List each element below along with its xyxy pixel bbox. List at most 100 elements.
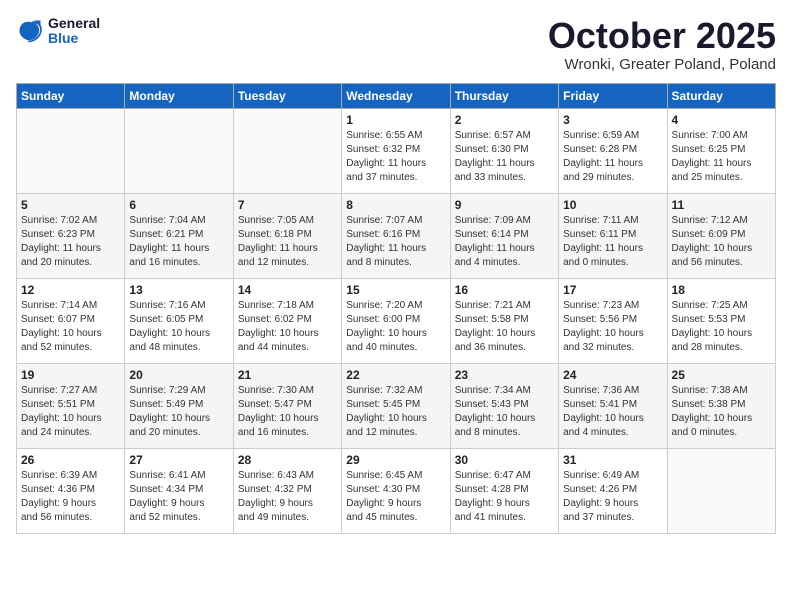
calendar-table: SundayMondayTuesdayWednesdayThursdayFrid… [16, 83, 776, 534]
day-cell: 30 Sunrise: 6:47 AM Sunset: 4:28 PM Dayli… [450, 448, 558, 533]
day-info: Sunrise: 6:41 AM Sunset: 4:34 PM Dayligh… [129, 469, 228, 525]
day-cell: 25 Sunrise: 7:38 AM Sunset: 5:38 PM Dayli… [667, 363, 775, 448]
day-info: Sunrise: 7:32 AM Sunset: 5:45 PM Dayligh… [346, 384, 445, 440]
day-cell: 2 Sunrise: 6:57 AM Sunset: 6:30 PM Daylig… [450, 108, 558, 193]
col-header-monday: Monday [125, 83, 233, 108]
day-number: 15 [346, 283, 445, 297]
day-cell [233, 108, 341, 193]
day-cell: 20 Sunrise: 7:29 AM Sunset: 5:49 PM Dayli… [125, 363, 233, 448]
logo: General Blue [16, 16, 100, 47]
day-number: 2 [455, 113, 554, 127]
day-info: Sunrise: 6:59 AM Sunset: 6:28 PM Dayligh… [563, 129, 662, 185]
day-info: Sunrise: 7:20 AM Sunset: 6:00 PM Dayligh… [346, 299, 445, 355]
col-header-thursday: Thursday [450, 83, 558, 108]
day-number: 5 [21, 198, 120, 212]
day-cell: 13 Sunrise: 7:16 AM Sunset: 6:05 PM Dayli… [125, 278, 233, 363]
day-cell: 27 Sunrise: 6:41 AM Sunset: 4:34 PM Dayli… [125, 448, 233, 533]
logo-icon [16, 17, 44, 45]
day-number: 18 [672, 283, 771, 297]
day-cell: 22Sunrise: 7:32 AM Sunset: 5:45 PM Dayli… [342, 363, 450, 448]
day-number: 16 [455, 283, 554, 297]
day-number: 12 [21, 283, 120, 297]
day-info: Sunrise: 7:05 AM Sunset: 6:18 PM Dayligh… [238, 214, 337, 270]
day-cell: 24Sunrise: 7:36 AM Sunset: 5:41 PM Dayli… [559, 363, 667, 448]
day-cell: 11 Sunrise: 7:12 AM Sunset: 6:09 PM Dayli… [667, 193, 775, 278]
day-number: 7 [238, 198, 337, 212]
month-title: October 2025 [548, 16, 776, 56]
day-cell [125, 108, 233, 193]
day-number: 1 [346, 113, 445, 127]
day-info: Sunrise: 7:12 AM Sunset: 6:09 PM Dayligh… [672, 214, 771, 270]
day-info: Sunrise: 7:16 AM Sunset: 6:05 PM Dayligh… [129, 299, 228, 355]
title-block: October 2025 Wronki, Greater Poland, Pol… [548, 16, 776, 73]
week-row-1: 1 Sunrise: 6:55 AM Sunset: 6:32 PM Daylig… [17, 108, 776, 193]
day-info: Sunrise: 6:43 AM Sunset: 4:32 PM Dayligh… [238, 469, 337, 525]
col-header-sunday: Sunday [17, 83, 125, 108]
logo-general-text: General [48, 16, 100, 31]
day-cell: 21 Sunrise: 7:30 AM Sunset: 5:47 PM Dayli… [233, 363, 341, 448]
day-number: 30 [455, 453, 554, 467]
day-number: 14 [238, 283, 337, 297]
day-cell: 7 Sunrise: 7:05 AM Sunset: 6:18 PM Daylig… [233, 193, 341, 278]
day-number: 25 [672, 368, 771, 382]
day-number: 17 [563, 283, 662, 297]
week-row-5: 26 Sunrise: 6:39 AM Sunset: 4:36 PM Dayli… [17, 448, 776, 533]
day-cell [667, 448, 775, 533]
day-cell: 12 Sunrise: 7:14 AM Sunset: 6:07 PM Dayli… [17, 278, 125, 363]
day-number: 26 [21, 453, 120, 467]
day-info: Sunrise: 6:39 AM Sunset: 4:36 PM Dayligh… [21, 469, 120, 525]
day-number: 31 [563, 453, 662, 467]
week-row-3: 12 Sunrise: 7:14 AM Sunset: 6:07 PM Dayli… [17, 278, 776, 363]
day-info: Sunrise: 7:29 AM Sunset: 5:49 PM Dayligh… [129, 384, 228, 440]
logo-blue-text: Blue [48, 31, 100, 46]
day-cell: 5Sunrise: 7:02 AM Sunset: 6:23 PM Daylig… [17, 193, 125, 278]
day-cell: 14Sunrise: 7:18 AM Sunset: 6:02 PM Dayli… [233, 278, 341, 363]
day-info: Sunrise: 7:14 AM Sunset: 6:07 PM Dayligh… [21, 299, 120, 355]
day-info: Sunrise: 6:57 AM Sunset: 6:30 PM Dayligh… [455, 129, 554, 185]
day-number: 13 [129, 283, 228, 297]
week-row-4: 19 Sunrise: 7:27 AM Sunset: 5:51 PM Dayli… [17, 363, 776, 448]
page-header: General Blue October 2025 Wronki, Greate… [16, 16, 776, 73]
day-info: Sunrise: 7:09 AM Sunset: 6:14 PM Dayligh… [455, 214, 554, 270]
day-cell: 26 Sunrise: 6:39 AM Sunset: 4:36 PM Dayli… [17, 448, 125, 533]
day-number: 10 [563, 198, 662, 212]
day-info: Sunrise: 7:25 AM Sunset: 5:53 PM Dayligh… [672, 299, 771, 355]
day-number: 21 [238, 368, 337, 382]
day-number: 27 [129, 453, 228, 467]
day-number: 3 [563, 113, 662, 127]
col-header-friday: Friday [559, 83, 667, 108]
day-cell: 31Sunrise: 6:49 AM Sunset: 4:26 PM Dayli… [559, 448, 667, 533]
day-cell: 1 Sunrise: 6:55 AM Sunset: 6:32 PM Daylig… [342, 108, 450, 193]
day-cell: 17 Sunrise: 7:23 AM Sunset: 5:56 PM Dayli… [559, 278, 667, 363]
col-header-tuesday: Tuesday [233, 83, 341, 108]
day-number: 8 [346, 198, 445, 212]
week-row-2: 5Sunrise: 7:02 AM Sunset: 6:23 PM Daylig… [17, 193, 776, 278]
day-info: Sunrise: 7:21 AM Sunset: 5:58 PM Dayligh… [455, 299, 554, 355]
day-cell: 4Sunrise: 7:00 AM Sunset: 6:25 PM Daylig… [667, 108, 775, 193]
day-cell: 18 Sunrise: 7:25 AM Sunset: 5:53 PM Dayli… [667, 278, 775, 363]
day-info: Sunrise: 6:55 AM Sunset: 6:32 PM Dayligh… [346, 129, 445, 185]
day-info: Sunrise: 7:38 AM Sunset: 5:38 PM Dayligh… [672, 384, 771, 440]
day-cell: 15 Sunrise: 7:20 AM Sunset: 6:00 PM Dayli… [342, 278, 450, 363]
day-cell: 28Sunrise: 6:43 AM Sunset: 4:32 PM Dayli… [233, 448, 341, 533]
day-cell: 29Sunrise: 6:45 AM Sunset: 4:30 PM Dayli… [342, 448, 450, 533]
day-cell: 23 Sunrise: 7:34 AM Sunset: 5:43 PM Dayli… [450, 363, 558, 448]
day-number: 23 [455, 368, 554, 382]
day-info: Sunrise: 7:30 AM Sunset: 5:47 PM Dayligh… [238, 384, 337, 440]
day-number: 29 [346, 453, 445, 467]
day-number: 24 [563, 368, 662, 382]
day-cell: 16 Sunrise: 7:21 AM Sunset: 5:58 PM Dayli… [450, 278, 558, 363]
day-info: Sunrise: 7:27 AM Sunset: 5:51 PM Dayligh… [21, 384, 120, 440]
day-cell: 19 Sunrise: 7:27 AM Sunset: 5:51 PM Dayli… [17, 363, 125, 448]
day-info: Sunrise: 7:34 AM Sunset: 5:43 PM Dayligh… [455, 384, 554, 440]
day-number: 11 [672, 198, 771, 212]
day-number: 19 [21, 368, 120, 382]
day-cell: 6Sunrise: 7:04 AM Sunset: 6:21 PM Daylig… [125, 193, 233, 278]
day-info: Sunrise: 6:47 AM Sunset: 4:28 PM Dayligh… [455, 469, 554, 525]
day-info: Sunrise: 7:23 AM Sunset: 5:56 PM Dayligh… [563, 299, 662, 355]
day-number: 20 [129, 368, 228, 382]
col-header-wednesday: Wednesday [342, 83, 450, 108]
day-cell: 9Sunrise: 7:09 AM Sunset: 6:14 PM Daylig… [450, 193, 558, 278]
day-info: Sunrise: 7:11 AM Sunset: 6:11 PM Dayligh… [563, 214, 662, 270]
day-cell [17, 108, 125, 193]
